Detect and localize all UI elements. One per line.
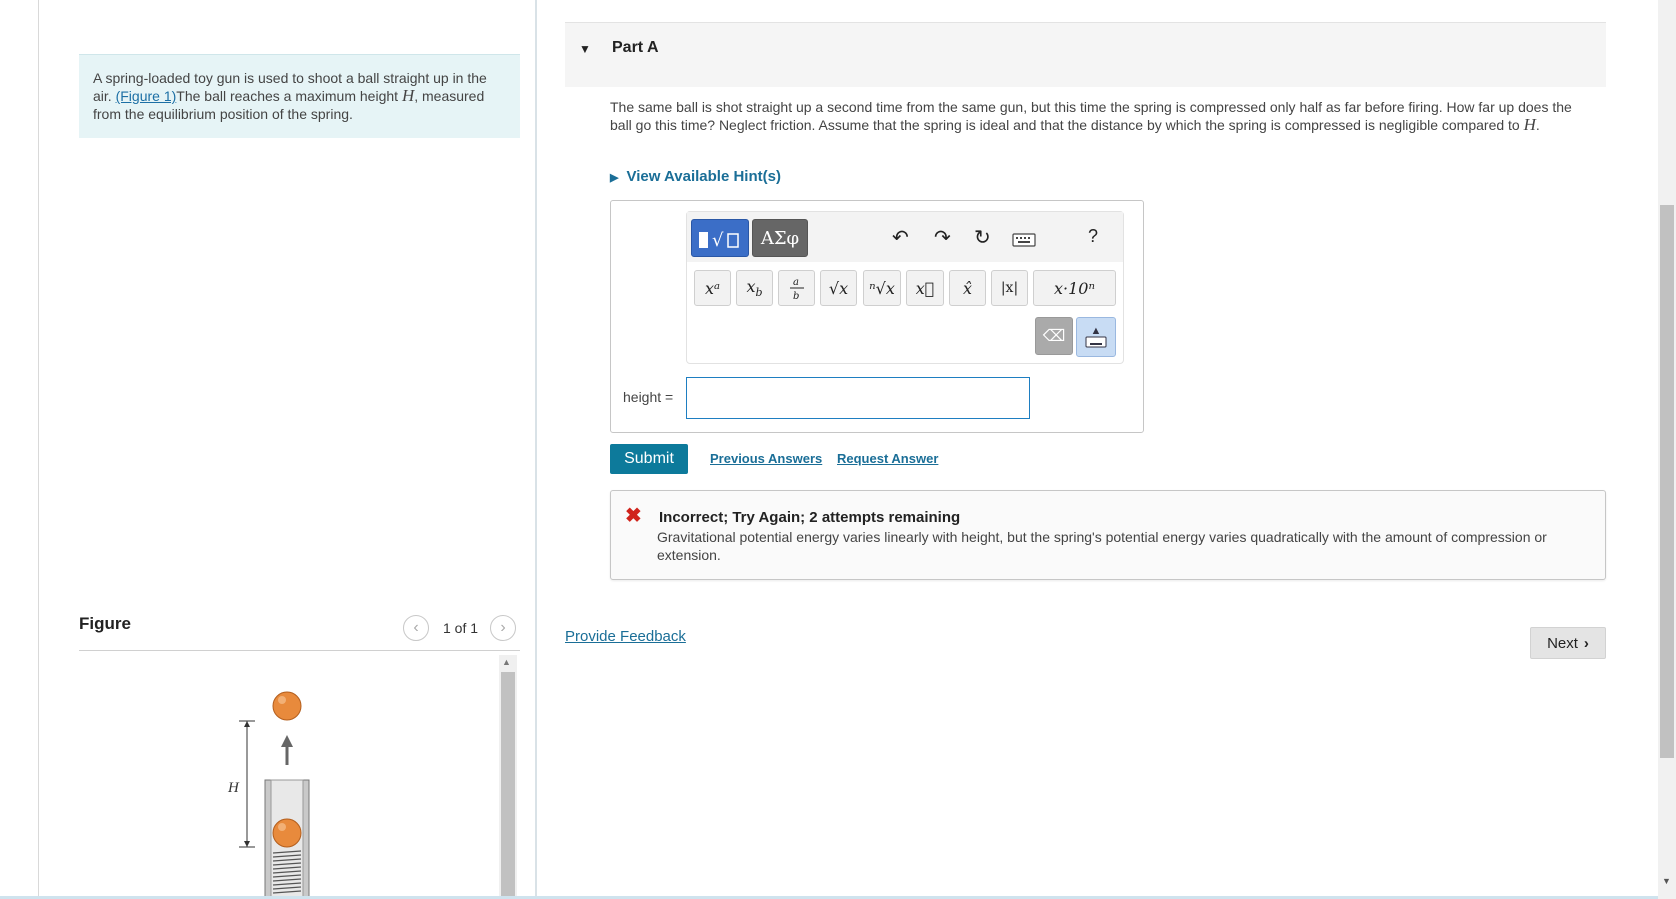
question-body: The same ball is shot straight up a seco… [610, 99, 1572, 133]
figure-counter: 1 of 1 [443, 620, 479, 636]
left-border [38, 0, 39, 897]
superscript-button[interactable]: xᵃ [694, 270, 731, 306]
scientific-notation-button[interactable]: x·10ⁿ [1033, 270, 1116, 306]
svg-text:b: b [793, 291, 799, 302]
answer-label: height = [623, 389, 674, 405]
figure-next-button[interactable]: › [490, 615, 516, 641]
figure-image: H [227, 691, 310, 897]
caret-right-icon: ▶ [610, 172, 619, 184]
provide-feedback-link[interactable]: Provide Feedback [565, 628, 686, 645]
figure-divider [79, 650, 520, 651]
keyboard-icon[interactable] [1012, 232, 1036, 248]
backspace-button[interactable]: ⌫ [1035, 317, 1073, 355]
figure-link[interactable]: (Figure 1) [116, 88, 177, 104]
fraction-button[interactable]: a b [778, 270, 815, 306]
sqrt-button[interactable]: √x [820, 270, 857, 306]
subscript-button[interactable]: xb [736, 270, 773, 306]
scroll-down-icon[interactable]: ▼ [1662, 876, 1671, 886]
nth-root-button[interactable]: ⁿ√x [863, 270, 901, 306]
hints-label: View Available Hint(s) [626, 168, 781, 185]
figure-scrollbar-thumb[interactable] [501, 672, 515, 897]
next-button[interactable]: Next › [1530, 627, 1606, 659]
figure-title: Figure [79, 614, 131, 633]
unit-vector-button[interactable]: x̂ [949, 270, 986, 306]
chevron-up-icon: ▲ [1090, 325, 1102, 337]
caret-down-icon[interactable]: ▼ [579, 42, 591, 56]
templates-icon: √ [699, 230, 739, 251]
question-end: . [1535, 117, 1540, 133]
problem-statement: A spring-loaded toy gun is used to shoot… [79, 54, 520, 138]
reset-icon[interactable]: ↻ [974, 225, 991, 250]
templates-button[interactable]: √ [691, 219, 749, 257]
figure-height-label: H [227, 780, 240, 796]
feedback-title: Incorrect; Try Again; 2 attempts remaini… [659, 509, 961, 526]
height-symbol: H [401, 86, 415, 105]
keyboard-toggle-button[interactable]: ▲ [1076, 317, 1116, 357]
request-answer-link[interactable]: Request Answer [837, 451, 938, 466]
fraction-icon: a b [789, 277, 804, 302]
svg-text:√: √ [712, 230, 724, 251]
panel-divider [535, 0, 537, 897]
previous-answers-link[interactable]: Previous Answers [710, 451, 822, 466]
figure-prev-button[interactable]: ‹ [403, 615, 429, 641]
question-text: The same ball is shot straight up a seco… [610, 99, 1594, 134]
ball-top [272, 691, 302, 721]
backspace-icon: ⌫ [1042, 328, 1066, 345]
feedback-text: Gravitational potential energy varies li… [657, 529, 1547, 563]
incorrect-x-icon: ✖ [625, 505, 642, 527]
greek-symbols-button[interactable]: ΑΣφ [752, 219, 808, 257]
ball-in-gun [272, 818, 302, 848]
help-button[interactable]: ? [1088, 226, 1098, 247]
subscript-label: xb [746, 276, 763, 300]
keyboard-icon [1085, 336, 1107, 348]
chevron-right-icon: › [500, 619, 506, 636]
question-symbol: H [1523, 115, 1536, 134]
submit-button[interactable]: Submit [610, 444, 688, 474]
absolute-value-button[interactable]: |x| [991, 270, 1028, 306]
svg-text:a: a [793, 277, 799, 288]
part-title: Part A [612, 39, 659, 56]
part-header[interactable] [565, 22, 1606, 87]
problem-text-2: The ball reaches a maximum height [176, 88, 402, 104]
superscript-label: xᵃ [704, 278, 721, 298]
chevron-right-icon: › [1583, 634, 1589, 652]
undo-icon[interactable]: ↶ [892, 225, 909, 250]
height-input[interactable] [686, 377, 1030, 419]
scroll-up-icon[interactable]: ▲ [502, 657, 511, 667]
vector-button[interactable]: x⃗ [906, 270, 944, 306]
next-label: Next [1547, 634, 1578, 652]
page-scrollbar-thumb[interactable] [1660, 205, 1674, 758]
view-hints-link[interactable]: ▶ View Available Hint(s) [610, 168, 781, 185]
chevron-left-icon: ‹ [413, 619, 419, 636]
redo-icon[interactable]: ↷ [934, 225, 951, 250]
